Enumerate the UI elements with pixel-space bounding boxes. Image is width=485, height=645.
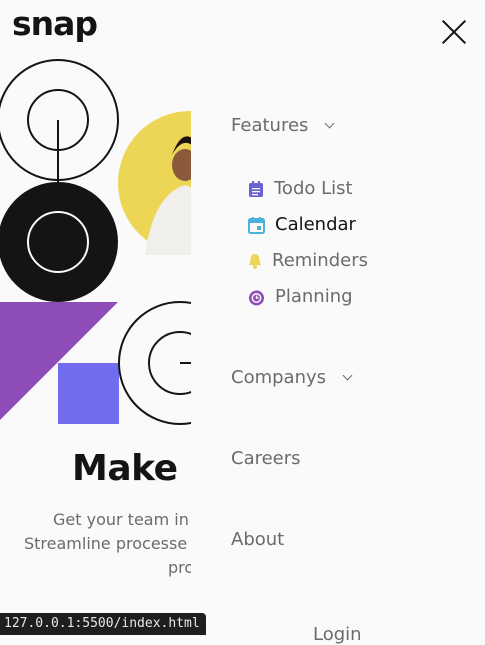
calendar-icon [248,216,265,234]
menu-item-planning[interactable]: Planning [248,286,353,307]
menu-item-label: Calendar [275,214,356,235]
menu-item-reminders[interactable]: Reminders [248,250,368,271]
nav-about-label: About [231,529,285,550]
close-menu-icon[interactable] [440,18,468,46]
todo-icon [249,180,263,197]
hero-subtext-line1: Get your team in s [53,510,203,529]
logo[interactable]: snap [12,4,98,43]
hero-subtext-line2: Streamline processe [24,534,188,553]
menu-item-todo-list[interactable]: Todo List [248,178,353,199]
menu-item-calendar[interactable]: Calendar [248,214,356,235]
nav-companys[interactable]: Companys [231,367,353,388]
menu-item-label: Planning [275,286,353,307]
menu-item-label: Reminders [272,250,368,271]
nav-features[interactable]: Features [231,115,335,136]
bell-icon [249,253,261,269]
nav-about[interactable]: About [231,529,284,550]
nav-companys-label: Companys [231,367,327,388]
chevron-down-icon [324,118,335,129]
browser-status-url: 127.0.0.1:5500/index.html [0,613,206,635]
chevron-down-icon [342,370,353,381]
nav-careers[interactable]: Careers [231,448,301,469]
nav-features-label: Features [231,115,309,136]
hero-headline: Make r [72,448,207,489]
menu-item-label: Todo List [274,178,353,199]
planning-icon [249,290,264,305]
nav-careers-label: Careers [231,448,301,469]
